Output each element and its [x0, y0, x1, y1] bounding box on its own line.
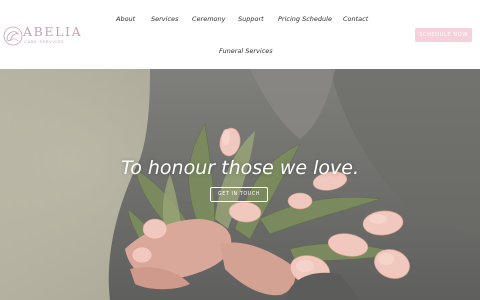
nav-services[interactable]: Services: [151, 13, 178, 25]
get-in-touch-label: GET IN TOUCH: [217, 192, 261, 197]
nav-funeral-services[interactable]: Funeral Services: [219, 45, 273, 57]
brand-tagline: CARE SERVICES: [24, 39, 65, 44]
site-header: ABELIA CARE SERVICES About Services Cere…: [0, 0, 480, 69]
hero-headline: To honour those we love.: [120, 157, 360, 179]
schedule-now-label: SCHEDULE NOW: [419, 32, 468, 38]
nav-support[interactable]: Support: [238, 13, 264, 25]
hero-banner: To honour those we love. GET IN TOUCH: [0, 69, 480, 300]
logo-flower-icon: [3, 26, 23, 46]
hero-tulips-photo: [0, 69, 480, 300]
brand-name: ABELIA: [23, 24, 83, 39]
schedule-now-button[interactable]: SCHEDULE NOW: [415, 28, 472, 42]
nav-contact[interactable]: Contact: [343, 13, 368, 25]
nav-pricing-schedule[interactable]: Pricing Schedule: [278, 13, 332, 25]
nav-ceremony[interactable]: Ceremony: [192, 13, 225, 25]
brand-logo[interactable]: ABELIA CARE SERVICES: [2, 25, 92, 49]
nav-about[interactable]: About: [116, 13, 135, 25]
get-in-touch-button[interactable]: GET IN TOUCH: [210, 187, 268, 202]
